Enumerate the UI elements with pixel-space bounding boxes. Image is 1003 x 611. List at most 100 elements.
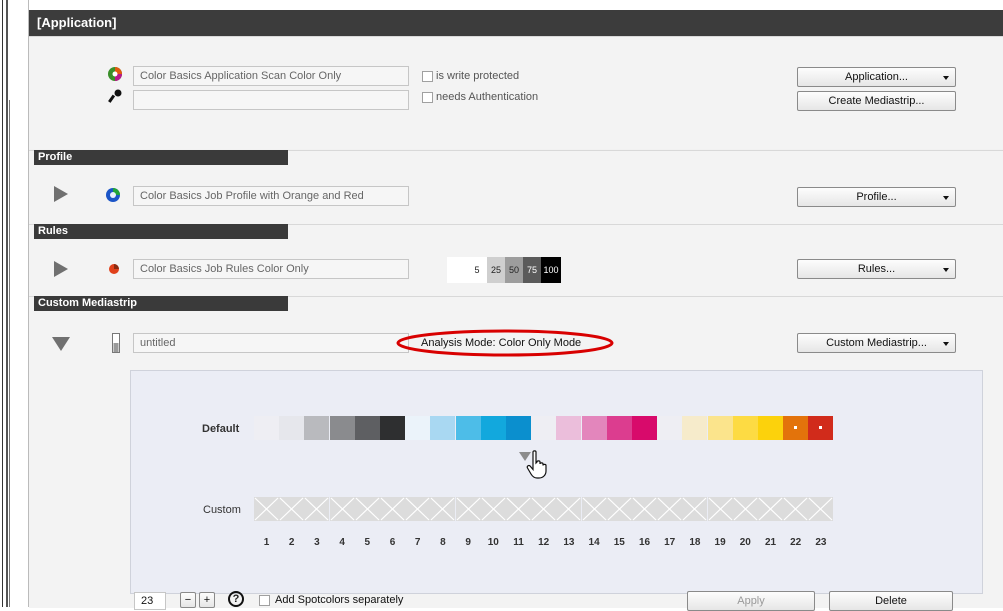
custom-patch-empty[interactable]	[682, 497, 708, 521]
empty-patch-icon	[330, 497, 355, 521]
default-patch[interactable]	[606, 416, 632, 440]
default-patch[interactable]	[380, 416, 405, 440]
default-patch[interactable]	[254, 416, 279, 440]
default-patch[interactable]	[531, 416, 557, 440]
patch-number: 19	[714, 537, 726, 548]
default-patch[interactable]	[657, 416, 683, 440]
patch-number: 17	[664, 537, 676, 548]
default-patch[interactable]	[632, 416, 657, 440]
expand-arrow-icon[interactable]	[54, 186, 68, 205]
delete-button[interactable]: Delete	[829, 591, 953, 611]
empty-patch-icon	[783, 497, 808, 521]
custom-mediastrip-button-label: Custom Mediastrip...	[826, 337, 927, 349]
default-patch[interactable]	[455, 416, 481, 440]
custom-patch-empty[interactable]	[783, 497, 809, 521]
rules-field[interactable]: Color Basics Job Rules Color Only	[133, 259, 409, 279]
empty-patch-icon	[632, 497, 657, 521]
patch-number: 13	[563, 537, 575, 548]
default-patch[interactable]	[430, 416, 456, 440]
patch-number: 18	[689, 537, 701, 548]
custom-patch-empty[interactable]	[556, 497, 582, 521]
default-patch[interactable]	[304, 416, 330, 440]
patch-number: 14	[588, 537, 600, 548]
create-mediastrip-label: Create Mediastrip...	[828, 95, 925, 107]
custom-patch-empty[interactable]	[732, 497, 758, 521]
custom-patch-empty[interactable]	[405, 497, 431, 521]
profile-field[interactable]: Color Basics Job Profile with Orange and…	[133, 186, 409, 206]
scale-step	[447, 257, 467, 283]
custom-mediastrip-button[interactable]: Custom Mediastrip...	[797, 333, 956, 353]
custom-patch-empty[interactable]	[606, 497, 632, 521]
needs-auth-checkbox[interactable]	[422, 92, 433, 103]
password-field[interactable]	[133, 90, 409, 110]
decrease-button[interactable]: −	[180, 592, 196, 608]
application-name-field[interactable]: Color Basics Application Scan Color Only	[133, 66, 409, 86]
custom-patch-empty[interactable]	[254, 497, 279, 521]
apply-button[interactable]: Apply	[687, 591, 815, 611]
default-patch[interactable]	[707, 416, 733, 440]
custom-patch-empty[interactable]	[304, 497, 330, 521]
default-patch[interactable]	[581, 416, 607, 440]
empty-patch-icon	[380, 497, 405, 521]
patch-number: 8	[440, 537, 446, 548]
custom-patch-empty[interactable]	[354, 497, 380, 521]
window-title: [Application]	[29, 10, 1003, 36]
default-patch[interactable]	[682, 416, 708, 440]
default-row-label: Default	[202, 423, 240, 435]
patch-number: 15	[613, 537, 625, 548]
default-patch[interactable]	[758, 416, 783, 440]
custom-patch-empty[interactable]	[279, 497, 305, 521]
custom-patch-empty[interactable]	[506, 497, 531, 521]
patch-number: 11	[513, 537, 524, 548]
default-patch[interactable]	[732, 416, 758, 440]
highlight-ellipse	[396, 329, 614, 357]
default-patch[interactable]	[279, 416, 305, 440]
custom-patch-empty[interactable]	[480, 497, 506, 521]
default-patch[interactable]	[329, 416, 355, 440]
default-patch[interactable]	[556, 416, 582, 440]
custom-patch-empty[interactable]	[581, 497, 607, 521]
patch-number: 10	[487, 537, 499, 548]
custom-patch-empty[interactable]	[657, 497, 683, 521]
chevron-down-icon	[943, 342, 949, 346]
custom-patch-empty[interactable]	[707, 497, 733, 521]
custom-patch-empty[interactable]	[329, 497, 355, 521]
default-patch[interactable]	[480, 416, 506, 440]
custom-patch-empty[interactable]	[758, 497, 783, 521]
patch-number: 9	[465, 537, 471, 548]
empty-patch-icon	[430, 497, 455, 521]
patch-number: 21	[764, 537, 777, 548]
chevron-down-icon	[943, 268, 949, 272]
help-icon[interactable]: ?	[228, 591, 244, 607]
patch-count-field[interactable]: 23	[134, 592, 166, 610]
custom-patch-empty[interactable]	[455, 497, 481, 521]
custom-patch-empty[interactable]	[380, 497, 405, 521]
default-patch[interactable]	[506, 416, 531, 440]
chevron-down-icon	[943, 196, 949, 200]
custom-patch-empty[interactable]	[430, 497, 456, 521]
mediastrip-name-field[interactable]: untitled	[133, 333, 409, 353]
default-patch[interactable]	[808, 416, 834, 440]
default-patch[interactable]	[783, 416, 809, 440]
default-patch[interactable]	[405, 416, 431, 440]
custom-patch-empty[interactable]	[808, 497, 834, 521]
create-mediastrip-button[interactable]: Create Mediastrip...	[797, 91, 956, 111]
application-button[interactable]: Application...	[797, 67, 956, 87]
rules-button[interactable]: Rules...	[797, 259, 956, 279]
collapse-arrow-icon[interactable]	[52, 337, 70, 354]
profile-icon	[105, 187, 121, 206]
write-protected-checkbox[interactable]	[422, 71, 433, 82]
custom-patch-empty[interactable]	[531, 497, 557, 521]
empty-patch-icon	[279, 497, 304, 521]
needs-auth-label: needs Authentication	[436, 91, 539, 103]
empty-patch-icon	[657, 497, 682, 521]
expand-arrow-icon[interactable]	[54, 261, 68, 280]
custom-patch-empty[interactable]	[632, 497, 657, 521]
default-patch[interactable]	[354, 416, 380, 440]
empty-patch-icon	[304, 497, 329, 521]
increase-button[interactable]: +	[199, 592, 215, 608]
scale-step: 25	[487, 257, 505, 283]
patch-number: 20	[739, 537, 751, 548]
profile-button[interactable]: Profile...	[797, 187, 956, 207]
spotcolors-checkbox[interactable]	[259, 595, 270, 606]
